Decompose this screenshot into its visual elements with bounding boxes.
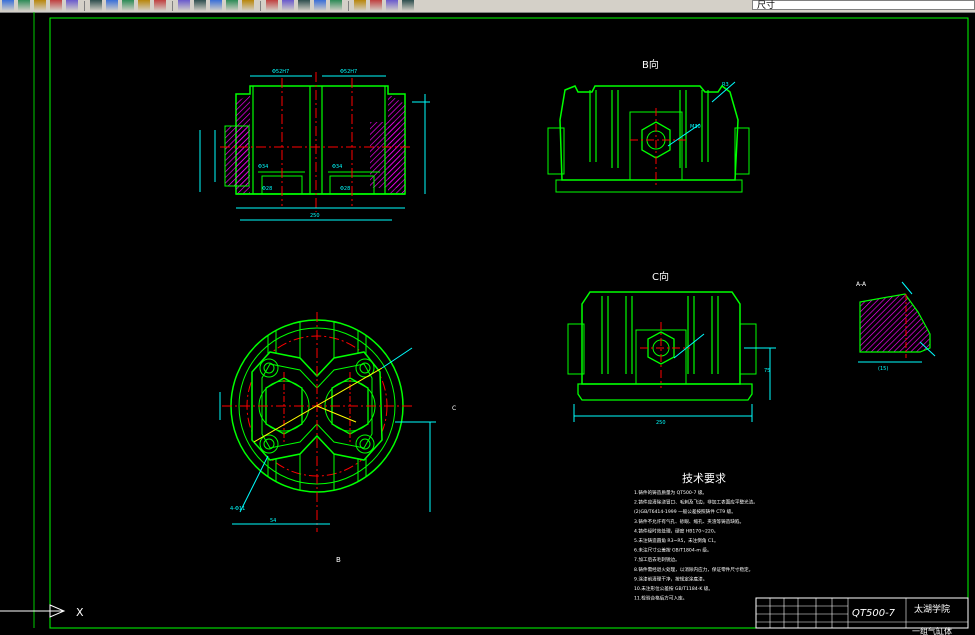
copy-icon[interactable] [106,0,118,11]
svg-text:250: 250 [656,420,666,426]
undo-icon[interactable] [154,0,166,11]
tech-req-line: 11.检验合格后方可入库。 [634,595,687,602]
toolbar-separator [172,1,173,11]
drawing-border [49,17,969,629]
svg-text:M30: M30 [690,124,701,130]
sheet-set-icon[interactable] [314,0,326,11]
svg-text:Φ34: Φ34 [332,164,342,170]
drawing-canvas[interactable]: Φ52H7 Φ52H7 250 Φ34 Φ34 Φ28 Φ28 B向 M30 R… [0,12,975,635]
view-c-label: C向 [652,270,669,283]
print-icon[interactable] [34,0,46,11]
match-icon[interactable] [138,0,150,11]
view-b: M30 R3 [547,81,750,193]
part-name-label: 一组气缸体 [912,626,952,635]
svg-text:75: 75 [764,368,770,374]
front-section-view: Φ52H7 Φ52H7 250 Φ34 Φ34 Φ28 Φ28 [199,69,430,221]
tech-req-line: 7.加工后去毛刺锐边。 [634,556,680,563]
zoom-realtime-icon[interactable] [210,0,222,11]
design-center-icon[interactable] [282,0,294,11]
svg-text:B: B [336,556,341,564]
publish-icon[interactable] [66,0,78,11]
svg-text:R3: R3 [722,82,729,88]
redo-icon[interactable] [178,0,190,11]
svg-text:(15): (15) [878,366,888,372]
tech-req-line: 8.铸件需经退火处理，以消除内应力，保证零件尺寸稳定。 [634,566,753,573]
svg-text:54: 54 [270,518,276,524]
toolbar-separator [260,1,261,11]
technical-requirements: 技术要求 1.铸件的铸造质量为 QT500-7 级。 2.铸件应清除浇冒口、毛刺及… [634,472,758,602]
svg-text:C: C [452,405,456,412]
toolbar-separator [84,1,85,11]
preview-icon[interactable] [50,0,62,11]
layer-dropdown[interactable]: 尺寸 [752,0,975,11]
paste-icon[interactable] [122,0,134,11]
tech-req-lines: 1.铸件的铸造质量为 QT500-7 级。 2.铸件应清除浇冒口、毛刺及飞边，非加… [634,489,758,602]
markup-icon[interactable] [330,0,342,11]
ucs-icon: X [0,604,84,619]
svg-text:Φ52H7: Φ52H7 [272,69,289,75]
svg-text:Φ28: Φ28 [262,186,272,192]
calc-icon[interactable] [354,0,366,11]
view-b-label: B向 [642,58,659,71]
top-view: 4-Φ11 C 54 B [219,312,456,564]
tech-req-line: 3.铸件不允许有气孔、砂眼、缩孔、夹渣等铸造缺陷。 [634,518,744,525]
tech-req-line: 5.未注铸造圆角 R3~R5，未注倒角 C1。 [634,537,719,544]
svg-text:Φ52H7: Φ52H7 [340,69,357,75]
pan-icon[interactable] [194,0,206,11]
tech-req-line: (2)GB/T6414-1999 一般公差按照铸件 CT9 级。 [634,508,736,515]
title-block: QT500-7 太湖学院 一组气缸体 [755,597,969,635]
save-icon[interactable] [18,0,30,11]
svg-text:X: X [76,606,84,619]
tech-req-line: 1.铸件的铸造质量为 QT500-7 级。 [634,489,707,496]
layer-prev-icon[interactable] [402,0,414,11]
tech-req-line: 2.铸件应清除浇冒口、毛刺及飞边，非加工表面应平整光洁。 [634,499,758,506]
tech-req-line: 4.铸件经时效处理，硬度 HB170~220。 [634,527,718,534]
zoom-previous-icon[interactable] [242,0,254,11]
tool-palettes-icon[interactable] [298,0,310,11]
school-label: 太湖学院 [914,603,950,615]
svg-text:4-Φ11: 4-Φ11 [230,506,245,512]
toolbar-separator [348,1,349,11]
tech-req-line: 9.涂漆前清理干净，按规定涂底漆。 [634,575,707,582]
section-a-a: A-A (15) [856,281,936,372]
svg-text:250: 250 [310,213,320,219]
open-icon[interactable] [2,0,14,11]
tech-req-line: 6.未注尺寸公差按 GB/T1804-m 级。 [634,547,712,554]
view-c: 250 75 [567,291,776,426]
svg-text:Φ28: Φ28 [340,186,350,192]
properties-icon[interactable] [266,0,278,11]
cut-icon[interactable] [90,0,102,11]
zoom-window-icon[interactable] [226,0,238,11]
tech-req-title: 技术要求 [682,472,726,485]
svg-text:Φ34: Φ34 [258,164,268,170]
layer-state-icon[interactable] [386,0,398,11]
tech-req-line: 10.未注形位公差按 GB/T1184-K 级。 [634,585,713,592]
material-label: QT500-7 [852,608,896,619]
svg-text:A-A: A-A [856,281,867,288]
layer-manager-icon[interactable] [370,0,382,11]
